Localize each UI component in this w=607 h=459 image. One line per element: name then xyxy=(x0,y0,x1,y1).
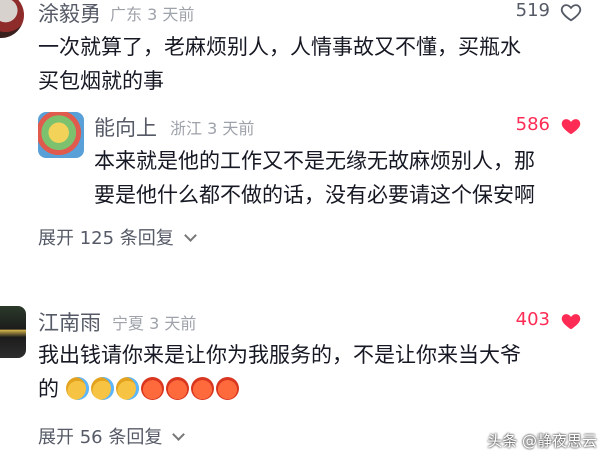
comment-location-time: 宁夏 3 天前 xyxy=(112,310,196,334)
chevron-down-icon xyxy=(183,229,197,242)
expand-replies-button[interactable]: 展开 56 条回复 xyxy=(38,423,186,449)
chevron-down-icon xyxy=(172,428,186,441)
comment-time: 3 天前 xyxy=(147,5,195,24)
face-with-tears-of-joy-icon xyxy=(65,376,89,400)
comment-line-text: 的 xyxy=(38,377,59,401)
angry-face-icon xyxy=(140,376,164,400)
angry-face-icon xyxy=(165,376,189,400)
angry-face-icon xyxy=(190,376,214,400)
face-with-tears-of-joy-icon xyxy=(90,376,114,400)
comment-author[interactable]: 能向上 xyxy=(94,112,157,142)
comment-line: 买包烟就的事 xyxy=(38,69,164,93)
user-avatar[interactable] xyxy=(0,0,24,38)
like-count: 403 xyxy=(515,309,550,330)
comment-location: 浙江 xyxy=(170,119,203,138)
expand-replies-label: 展开 56 条回复 xyxy=(38,427,163,448)
comment-location-time: 广东 3 天前 xyxy=(110,1,194,25)
expand-replies-button[interactable]: 展开 125 条回复 xyxy=(38,224,197,250)
comment-text: 本来就是他的工作又不是无缘无故麻烦别人，那 要是他什么都不做的话，没有必要请这个… xyxy=(94,144,535,212)
comment-time: 3 天前 xyxy=(149,314,197,333)
comment-location: 广东 xyxy=(110,5,143,24)
comment-line: 的 xyxy=(38,372,521,406)
user-avatar[interactable] xyxy=(38,112,84,158)
heart-outline-icon[interactable] xyxy=(560,1,582,23)
comment-location: 宁夏 xyxy=(112,314,145,333)
comment-line: 要是他什么都不做的话，没有必要请这个保安啊 xyxy=(94,183,535,207)
comment-text: 一次就算了，老麻烦别人，人情事故又不懂，买瓶水 买包烟就的事 xyxy=(38,30,521,98)
heart-filled-icon[interactable] xyxy=(560,310,582,332)
heart-filled-icon[interactable] xyxy=(560,115,582,137)
watermark: 头条 @静夜思云 xyxy=(487,432,597,450)
comment-text: 我出钱请你来是让你为我服务的，不是让你来当大爷 的 xyxy=(38,338,521,406)
face-with-tears-of-joy-icon xyxy=(115,376,139,400)
comment-time: 3 天前 xyxy=(207,119,255,138)
comment-location-time: 浙江 3 天前 xyxy=(170,115,254,139)
like-count: 519 xyxy=(515,0,550,21)
comment-author[interactable]: 涂毅勇 xyxy=(38,0,101,28)
like-count: 586 xyxy=(515,114,550,135)
angry-face-icon xyxy=(215,376,239,400)
user-avatar[interactable] xyxy=(0,306,26,358)
comment-author[interactable]: 江南雨 xyxy=(38,307,101,337)
expand-replies-label: 展开 125 条回复 xyxy=(38,228,174,249)
comment-line: 我出钱请你来是让你为我服务的，不是让你来当大爷 xyxy=(38,343,521,367)
comment-line: 一次就算了，老麻烦别人，人情事故又不懂，买瓶水 xyxy=(38,35,521,59)
comment-line: 本来就是他的工作又不是无缘无故麻烦别人，那 xyxy=(94,149,535,173)
